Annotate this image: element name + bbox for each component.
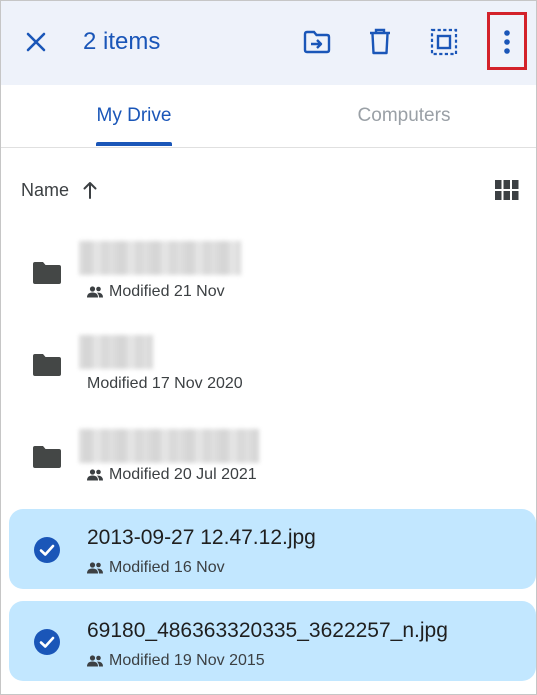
grid-view-icon[interactable] [494, 178, 520, 204]
check-circle-icon[interactable] [33, 536, 61, 564]
item-name: 2013-09-27 12.47.12.jpg [87, 526, 316, 549]
item-name: 69180_486363320335_3622257_n.jpg [87, 619, 448, 642]
list-item-selected[interactable]: 69180_486363320335_3622257_n.jpg Modifie… [9, 601, 536, 681]
tab-computers[interactable]: Computers [331, 85, 477, 147]
sort-by-name-button[interactable]: Name [21, 177, 69, 203]
folder-icon [33, 353, 61, 377]
tab-bar: My Drive Computers [1, 85, 536, 148]
selection-toolbar: 2 items [1, 1, 536, 85]
item-meta: Modified 16 Nov [87, 558, 225, 578]
list-item[interactable]: Modified 20 Jul 2021 [1, 415, 536, 495]
shared-icon [87, 286, 103, 298]
item-meta: Modified 17 Nov 2020 [87, 374, 243, 394]
close-icon[interactable] [21, 27, 51, 57]
shared-icon [87, 655, 103, 667]
shared-icon [87, 469, 103, 481]
select-all-icon[interactable] [427, 25, 461, 59]
modified-date: Modified 21 Nov [109, 283, 225, 300]
list-item-selected[interactable]: 2013-09-27 12.47.12.jpg Modified 16 Nov [9, 509, 536, 589]
arrow-up-icon[interactable] [81, 179, 99, 201]
item-meta: Modified 19 Nov 2015 [87, 651, 265, 671]
item-name [79, 241, 241, 275]
item-meta: Modified 20 Jul 2021 [87, 465, 257, 485]
more-options-highlight [487, 12, 527, 70]
trash-icon[interactable] [363, 25, 397, 59]
item-name [79, 335, 153, 369]
shared-icon [87, 562, 103, 574]
modified-date: Modified 19 Nov 2015 [109, 652, 265, 669]
item-meta: Modified 21 Nov [87, 282, 225, 302]
active-tab-indicator [96, 142, 172, 146]
tab-my-drive[interactable]: My Drive [61, 85, 207, 147]
list-item[interactable]: Modified 17 Nov 2020 [1, 321, 536, 401]
modified-date: Modified 17 Nov 2020 [87, 375, 243, 392]
folder-icon [33, 261, 61, 285]
folder-icon [33, 445, 61, 469]
modified-date: Modified 20 Jul 2021 [109, 466, 257, 483]
selection-count: 2 items [83, 28, 161, 55]
move-to-folder-icon[interactable] [300, 25, 334, 59]
check-circle-icon[interactable] [33, 628, 61, 656]
item-name [79, 429, 259, 463]
list-item[interactable]: Modified 21 Nov [1, 231, 536, 311]
modified-date: Modified 16 Nov [109, 559, 225, 576]
